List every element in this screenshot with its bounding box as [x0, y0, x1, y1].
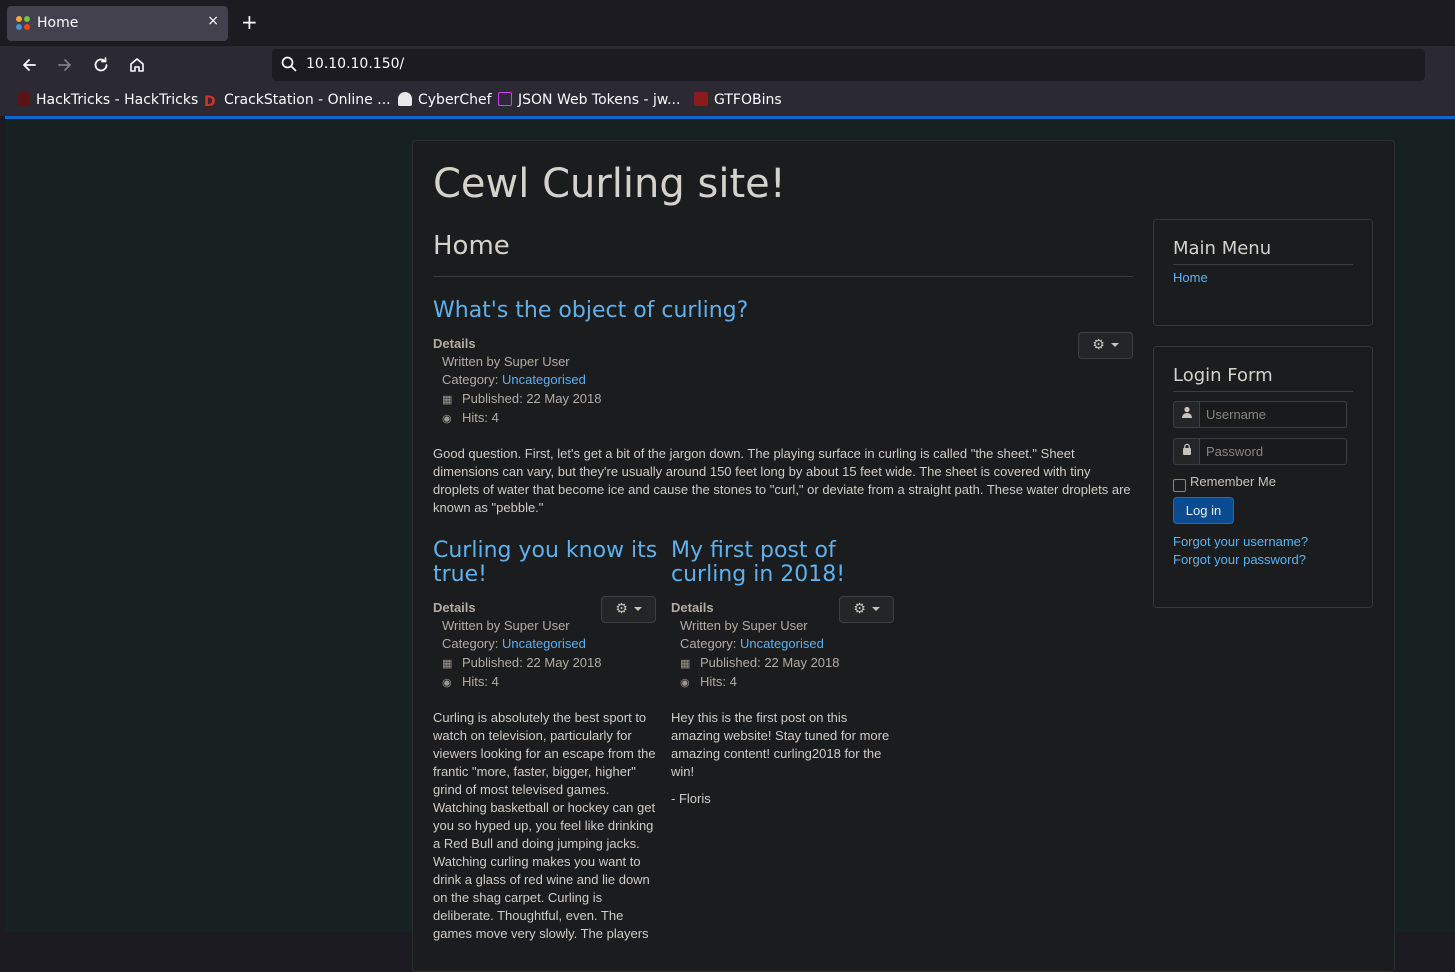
reload-icon[interactable] [91, 56, 111, 76]
article-category: Category: Uncategorised [442, 636, 586, 651]
web-page: Cewl Curling site! Home What's the objec… [5, 119, 1455, 972]
article-hits: ◉ Hits: 4 [442, 410, 499, 425]
divider [433, 276, 1133, 277]
forgot-username-link[interactable]: Forgot your username? [1173, 534, 1308, 549]
home-icon[interactable] [127, 56, 147, 76]
article-signature: - Floris [671, 791, 711, 806]
calendar-icon: ▦ [442, 394, 453, 406]
article-published: ▦ Published: 22 May 2018 [442, 391, 602, 406]
article-title[interactable]: My first post of curling in 2018! [671, 539, 886, 587]
login-form-title: Login Form [1173, 365, 1273, 386]
gtfobins-icon [694, 92, 708, 106]
eye-icon: ◉ [442, 413, 452, 425]
details-label: Details [671, 600, 714, 615]
divider [1173, 391, 1353, 392]
article-published: ▦ Published: 22 May 2018 [442, 655, 602, 670]
article-author: Written by Super User [680, 618, 808, 633]
site-title[interactable]: Cewl Curling site! [433, 161, 786, 207]
menu-item-home[interactable]: Home [1173, 270, 1208, 285]
jwt-icon [498, 92, 512, 106]
url-text: 10.10.10.150/ [306, 56, 405, 72]
main-menu-title: Main Menu [1173, 238, 1272, 259]
category-link[interactable]: Uncategorised [502, 636, 586, 651]
password-input[interactable] [1200, 438, 1347, 465]
lock-icon [1173, 438, 1200, 465]
remember-me-checkbox[interactable] [1173, 479, 1186, 492]
article-category: Category: Uncategorised [680, 636, 824, 651]
tab-home[interactable]: Home × [7, 6, 228, 41]
page-heading: Home [433, 231, 510, 261]
caret-down-icon [1110, 343, 1119, 347]
search-icon [281, 56, 297, 72]
crackstation-icon: D [204, 94, 216, 110]
bookmarks-toolbar: HackTricks - HackTricks D CrackStation - … [0, 86, 1455, 116]
article-hits: ◉ Hits: 4 [442, 674, 499, 689]
bookmark-cyberchef[interactable]: CyberChef [398, 92, 492, 108]
category-link[interactable]: Uncategorised [502, 372, 586, 387]
article-tools-button[interactable]: ⚙ [1078, 332, 1133, 359]
back-icon[interactable] [19, 56, 39, 76]
category-link[interactable]: Uncategorised [740, 636, 824, 651]
tab-strip: Home × + [0, 0, 1455, 46]
article-tools-button[interactable]: ⚙ [601, 596, 656, 623]
article-body: Hey this is the first post on this amazi… [671, 710, 890, 779]
password-group [1173, 438, 1347, 465]
article-body: Good question. First, let's get a bit of… [433, 446, 1131, 515]
site-container: Cewl Curling site! Home What's the objec… [412, 140, 1395, 972]
article-tools-button[interactable]: ⚙ [839, 596, 894, 623]
calendar-icon: ▦ [680, 658, 691, 670]
login-form-module: Login Form Remember Me Log in Forgot you… [1153, 346, 1373, 608]
main-menu-module: Main Menu Home [1153, 219, 1373, 326]
article-published: ▦ Published: 22 May 2018 [680, 655, 840, 670]
cyberchef-icon [398, 92, 412, 106]
navigation-toolbar: 10.10.10.150/ [0, 46, 1455, 86]
eye-icon: ◉ [442, 677, 452, 689]
caret-down-icon [633, 607, 642, 611]
remember-me-label[interactable]: Remember Me [1190, 474, 1276, 489]
hacktricks-icon [18, 92, 30, 106]
bookmark-gtfobins[interactable]: GTFOBins [694, 92, 782, 108]
username-group [1173, 401, 1347, 428]
article-category: Category: Uncategorised [442, 372, 586, 387]
bookmark-crackstation[interactable]: D CrackStation - Online ... [204, 92, 391, 109]
article-hits: ◉ Hits: 4 [680, 674, 737, 689]
eye-icon: ◉ [680, 677, 690, 689]
divider [1173, 264, 1353, 265]
bookmark-jwt[interactable]: JSON Web Tokens - jw... [498, 92, 680, 108]
article-body: Curling is absolutely the best sport to … [433, 710, 656, 941]
gear-icon: ⚙ [853, 601, 866, 617]
username-input[interactable] [1200, 401, 1347, 428]
article-author: Written by Super User [442, 618, 570, 633]
tab-title: Home [37, 15, 79, 31]
joomla-favicon-icon [16, 16, 30, 30]
calendar-icon: ▦ [442, 658, 453, 670]
address-bar[interactable]: 10.10.10.150/ [272, 49, 1425, 81]
login-button[interactable]: Log in [1173, 497, 1234, 524]
new-tab-icon[interactable]: + [241, 12, 258, 32]
bookmark-hacktricks[interactable]: HackTricks - HackTricks [18, 92, 198, 108]
caret-down-icon [871, 607, 880, 611]
tab-close-icon[interactable]: × [207, 13, 219, 29]
article-author: Written by Super User [442, 354, 570, 369]
article-title[interactable]: What's the object of curling? [433, 299, 1033, 323]
forgot-password-link[interactable]: Forgot your password? [1173, 552, 1306, 567]
article-title[interactable]: Curling you know its true! [433, 539, 658, 587]
user-icon [1173, 401, 1200, 428]
forward-icon[interactable] [55, 56, 75, 76]
details-label: Details [433, 600, 476, 615]
gear-icon: ⚙ [615, 601, 628, 617]
details-label: Details [433, 336, 476, 351]
gear-icon: ⚙ [1092, 337, 1105, 353]
